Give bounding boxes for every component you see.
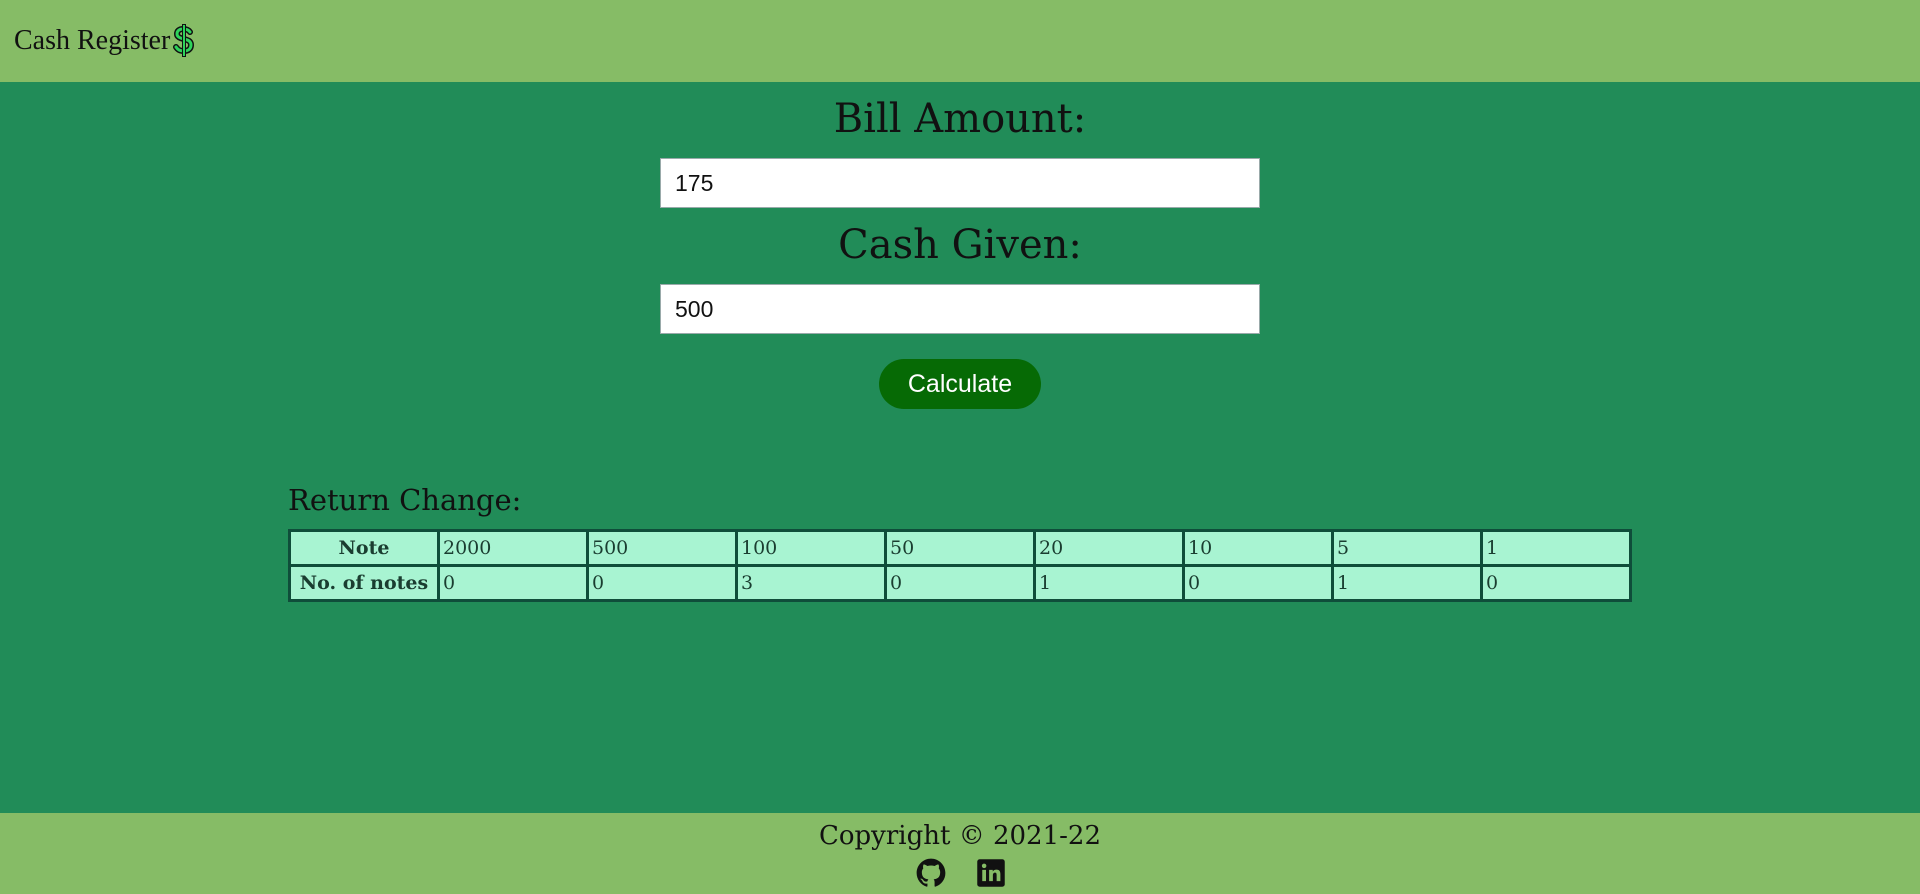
count-cell: 0 xyxy=(1480,564,1632,602)
table-row: Note 2000 500 100 50 20 10 5 1 xyxy=(288,529,1632,567)
row-header-note: Note xyxy=(288,529,440,567)
bill-amount-input[interactable]: 175 xyxy=(660,158,1260,208)
note-cell: 50 xyxy=(884,529,1036,567)
count-cell: 0 xyxy=(437,564,589,602)
github-icon[interactable] xyxy=(916,858,946,888)
note-cell: 10 xyxy=(1182,529,1334,567)
note-cell: 100 xyxy=(735,529,887,567)
copyright-text: Copyright © 2021-22 xyxy=(818,821,1102,851)
app-header: Cash Register xyxy=(0,0,1920,82)
count-cell: 1 xyxy=(1331,564,1483,602)
calculate-button[interactable]: Calculate xyxy=(879,359,1041,409)
count-cell: 1 xyxy=(1033,564,1185,602)
note-cell: 2000 xyxy=(437,529,589,567)
bill-amount-label: Bill Amount: xyxy=(833,96,1087,142)
count-cell: 0 xyxy=(586,564,738,602)
row-header-count: No. of notes xyxy=(288,564,440,602)
cash-given-label: Cash Given: xyxy=(838,222,1082,268)
main-content: Bill Amount: 175 Cash Given: 500 Calcula… xyxy=(0,82,1920,813)
brand[interactable]: Cash Register xyxy=(14,23,196,59)
note-cell: 20 xyxy=(1033,529,1185,567)
linkedin-icon[interactable] xyxy=(976,858,1006,888)
table-row: No. of notes 0 0 3 0 1 0 1 0 xyxy=(288,564,1632,602)
return-change-title: Return Change: xyxy=(288,483,522,517)
note-cell: 1 xyxy=(1480,529,1632,567)
change-table: Note 2000 500 100 50 20 10 5 1 No. of no… xyxy=(288,529,1632,602)
app-footer: Copyright © 2021-22 xyxy=(0,813,1920,894)
count-cell: 0 xyxy=(884,564,1036,602)
note-cell: 5 xyxy=(1331,529,1483,567)
note-cell: 500 xyxy=(586,529,738,567)
cash-given-input[interactable]: 500 xyxy=(660,284,1260,334)
dollar-icon xyxy=(172,23,196,59)
count-cell: 0 xyxy=(1182,564,1334,602)
count-cell: 3 xyxy=(735,564,887,602)
app-title: Cash Register xyxy=(14,25,171,56)
